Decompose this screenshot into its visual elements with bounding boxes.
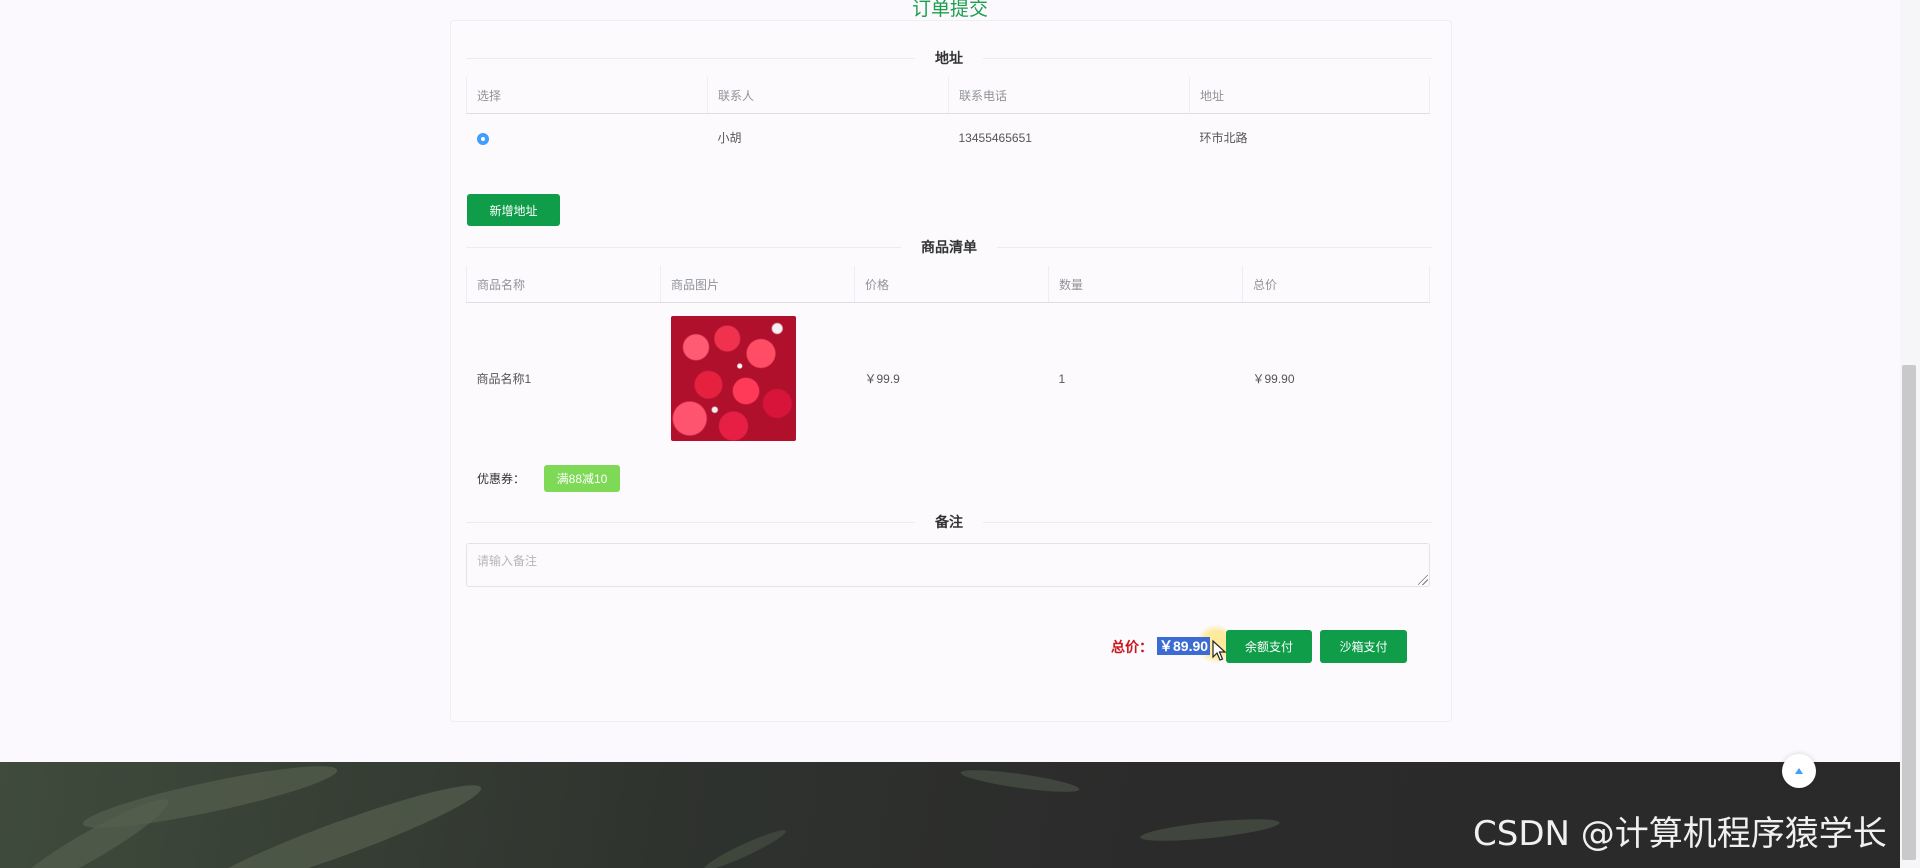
address-header-phone: 联系电话 bbox=[948, 77, 1190, 114]
chevron-up-icon bbox=[1795, 768, 1803, 774]
radio-checked-icon[interactable] bbox=[476, 132, 489, 145]
balance-pay-button[interactable]: 余额支付 bbox=[1226, 630, 1312, 663]
watermark: CSDN @计算机程序猿学长 bbox=[1473, 814, 1887, 854]
cursor-arrow-icon bbox=[1212, 640, 1226, 661]
goods-total: ￥99.90 bbox=[1252, 372, 1295, 387]
address-section-label: 地址 bbox=[915, 48, 983, 68]
page-title: 订单提交 bbox=[911, 0, 988, 20]
address-header-select: 选择 bbox=[466, 77, 708, 114]
address-phone: 13455465651 bbox=[958, 130, 1032, 145]
address-header-address: 地址 bbox=[1189, 77, 1430, 114]
goods-header-name: 商品名称 bbox=[466, 266, 661, 303]
goods-header-image: 商品图片 bbox=[660, 266, 855, 303]
address-row[interactable]: 小胡 13455465651 环市北路 bbox=[467, 114, 1430, 162]
remark-input[interactable] bbox=[466, 543, 1430, 587]
coupon-label: 优惠券： bbox=[477, 472, 526, 486]
resize-handle-icon[interactable] bbox=[1418, 575, 1428, 585]
remark-section-title: 备注 bbox=[466, 512, 1432, 532]
coupon-tag[interactable]: 满88减10 bbox=[544, 465, 620, 492]
goods-image-cell bbox=[661, 303, 855, 455]
address-table: 选择 联系人 联系电话 地址 小胡 13455465651 环市北路 bbox=[466, 77, 1430, 162]
goods-header-total: 总价 bbox=[1242, 266, 1430, 303]
remark-section-label: 备注 bbox=[915, 512, 983, 532]
goods-section-label: 商品清单 bbox=[901, 237, 997, 257]
goods-price: ￥99.9 bbox=[864, 372, 900, 387]
add-address-button[interactable]: 新增地址 bbox=[467, 194, 560, 226]
address-section-title: 地址 bbox=[466, 48, 1432, 68]
product-image[interactable] bbox=[670, 316, 796, 442]
scrollbar-thumb[interactable] bbox=[1902, 365, 1916, 860]
sandbox-pay-button[interactable]: 沙箱支付 bbox=[1320, 630, 1407, 663]
goods-header-price: 价格 bbox=[854, 266, 1049, 303]
goods-section-title: 商品清单 bbox=[466, 237, 1432, 257]
goods-name: 商品名称1 bbox=[476, 372, 532, 387]
total-label: 总价： bbox=[1111, 639, 1153, 655]
footer-leaf bbox=[701, 825, 789, 868]
footer-leaf bbox=[1139, 814, 1281, 846]
goods-table: 商品名称 商品图片 价格 数量 总价 商品名称1 ￥99.9 1 ￥99.90 bbox=[466, 266, 1430, 455]
total-value: ￥89.90 bbox=[1157, 637, 1211, 655]
footer-leaf bbox=[959, 765, 1081, 797]
goods-row: 商品名称1 ￥99.9 1 ￥99.90 bbox=[467, 303, 1430, 455]
address-contact: 小胡 bbox=[717, 131, 742, 146]
address-select-cell[interactable] bbox=[467, 114, 708, 162]
back-to-top-button[interactable] bbox=[1782, 754, 1816, 788]
address-header-contact: 联系人 bbox=[707, 77, 949, 114]
goods-quantity: 1 bbox=[1058, 371, 1066, 386]
address-text: 环市北路 bbox=[1199, 131, 1248, 146]
goods-header-quantity: 数量 bbox=[1048, 266, 1243, 303]
